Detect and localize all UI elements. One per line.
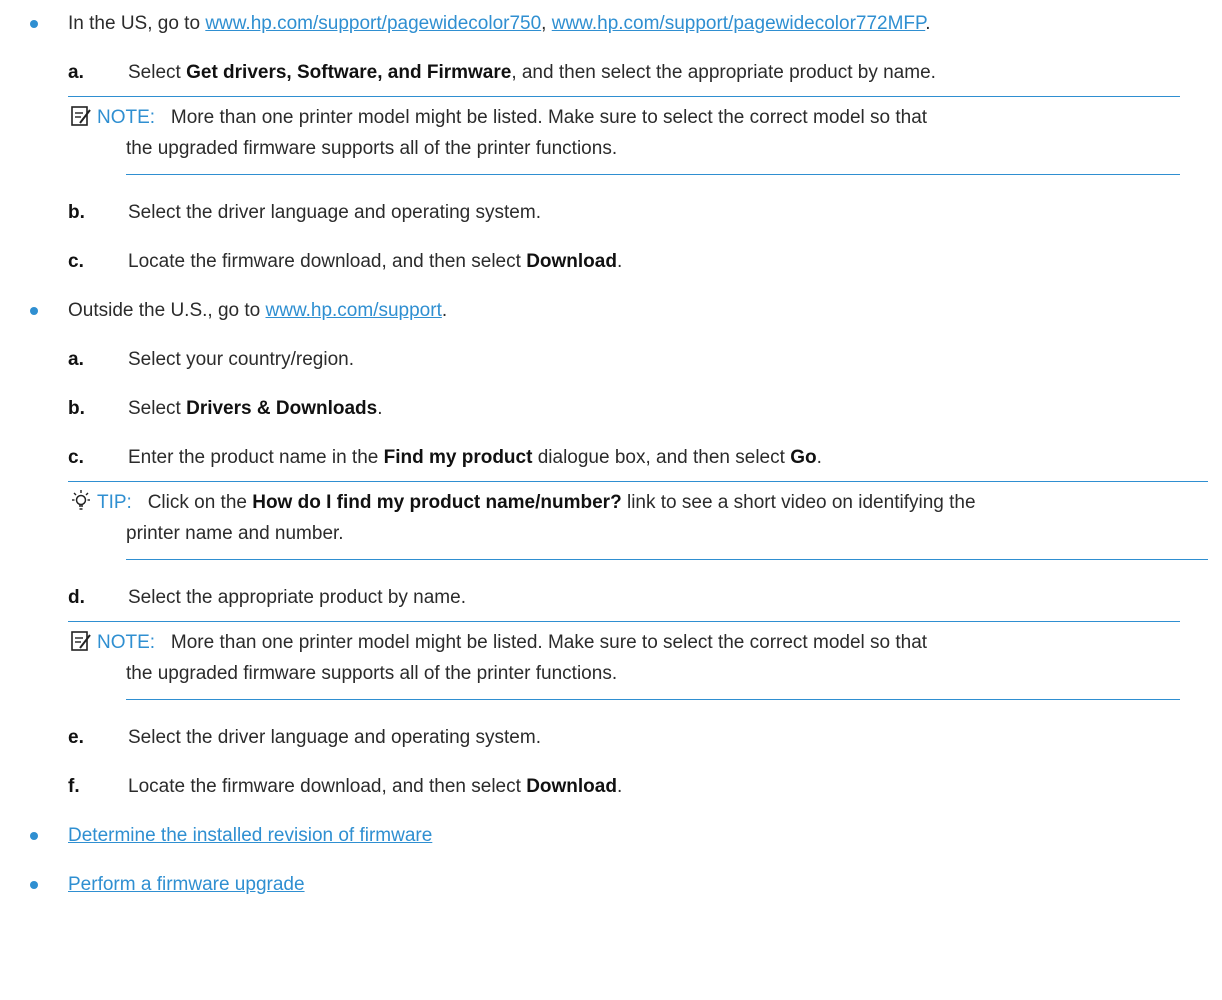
note-icon: [71, 106, 91, 126]
bullet-icon: [30, 832, 38, 840]
link-determine-firmware-revision[interactable]: Determine the installed revision of firm…: [68, 824, 432, 848]
step-marker: a.: [68, 349, 84, 370]
link-pagewidecolor772mfp[interactable]: www.hp.com/support/pagewidecolor772MFP: [552, 13, 926, 34]
step-a-text: Select Get drivers, Software, and Firmwa…: [128, 62, 936, 83]
step-marker: b.: [68, 398, 85, 419]
step-marker: a.: [68, 62, 84, 83]
note-2-line2: the upgraded firmware supports all of th…: [126, 663, 618, 684]
tip-line2: printer name and number.: [126, 523, 344, 544]
step-d-text: Select the appropriate product by name.: [128, 587, 466, 608]
step-c-text: Locate the firmware download, and then s…: [128, 251, 623, 272]
tip-top-rule: [68, 481, 1208, 482]
link-pagewidecolor750[interactable]: www.hp.com/support/pagewidecolor750: [205, 13, 541, 34]
note-label: NOTE:: [97, 632, 156, 653]
note-label: NOTE:: [97, 107, 156, 128]
step-b-text: Select the driver language and operating…: [128, 202, 541, 223]
note-1-line2: the upgraded firmware supports all of th…: [126, 138, 618, 159]
step-marker: c.: [68, 251, 84, 272]
note-top-rule: [68, 96, 1180, 97]
tip-label: TIP:: [97, 492, 132, 513]
step-marker: e.: [68, 727, 84, 748]
note-icon: [71, 631, 91, 651]
step-marker: f.: [68, 776, 80, 797]
bullet-icon: [30, 307, 38, 315]
note-bottom-rule: [126, 699, 1180, 700]
step-marker: c.: [68, 447, 84, 468]
step-c-text: Enter the product name in the Find my pr…: [128, 447, 822, 468]
bullet-us-text: In the US, go to www.hp.com/support/page…: [68, 13, 931, 34]
bullet-outside-us-text: Outside the U.S., go to www.hp.com/suppo…: [68, 300, 448, 321]
step-marker: d.: [68, 587, 85, 608]
step-f-text: Locate the firmware download, and then s…: [128, 776, 623, 797]
tip-line1: TIP: Click on the How do I find my produ…: [97, 492, 976, 513]
step-a-text: Select your country/region.: [128, 349, 355, 370]
note-1-line1: NOTE: More than one printer model might …: [97, 107, 928, 128]
bullet-icon: [30, 881, 38, 889]
link-hp-support[interactable]: www.hp.com/support: [266, 300, 442, 321]
tip-bottom-rule: [126, 559, 1208, 560]
note-top-rule: [68, 621, 1180, 622]
bullet-icon: [30, 20, 38, 28]
note-2-line1: NOTE: More than one printer model might …: [97, 632, 928, 653]
link-perform-firmware-upgrade[interactable]: Perform a firmware upgrade: [68, 873, 305, 897]
lightbulb-icon: [72, 490, 90, 510]
step-marker: b.: [68, 202, 85, 223]
step-e-text: Select the driver language and operating…: [128, 727, 541, 748]
step-b-text: Select Drivers & Downloads.: [128, 398, 383, 419]
note-bottom-rule: [126, 174, 1180, 175]
